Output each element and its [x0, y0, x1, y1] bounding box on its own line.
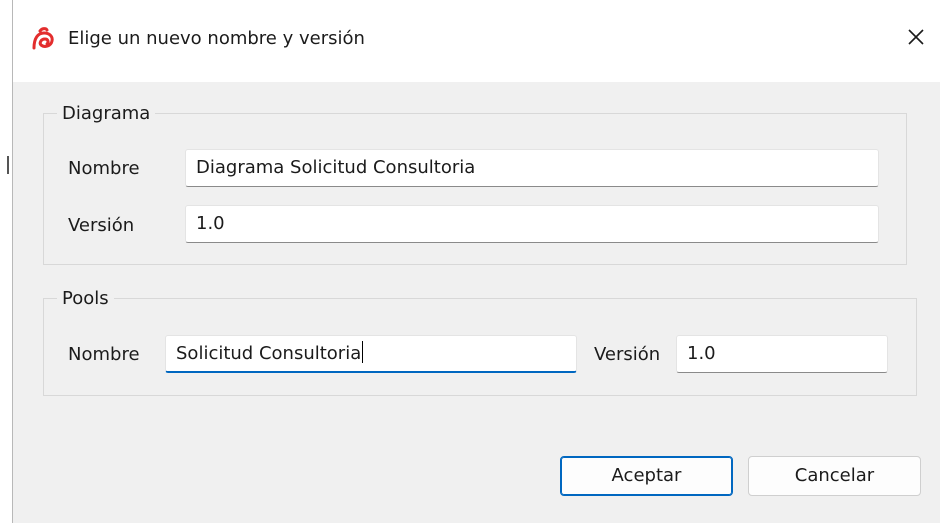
rename-dialog: Elige un nuevo nombre y versión Diagrama… [12, 0, 940, 523]
pool-name-input[interactable]: Solicitud Consultoria [165, 335, 577, 373]
cancel-button[interactable]: Cancelar [748, 456, 921, 496]
pools-group-legend: Pools [57, 288, 114, 310]
diagram-version-label: Versión [68, 215, 135, 236]
pool-version-label: Versión [594, 344, 661, 365]
diagram-group-legend: Diagrama [57, 103, 156, 125]
bonita-logo-icon [31, 26, 57, 52]
background-divider [7, 156, 9, 174]
background-window-edge [0, 0, 12, 523]
diagram-name-input[interactable]: Diagrama Solicitud Consultoria [185, 149, 879, 187]
pool-name-value: Solicitud Consultoria [176, 343, 362, 364]
text-caret [362, 341, 364, 363]
close-icon[interactable] [901, 22, 931, 52]
diagram-name-label: Nombre [68, 158, 140, 179]
window-title: Elige un nuevo nombre y versión [68, 28, 365, 49]
title-bar: Elige un nuevo nombre y versión [13, 0, 940, 82]
pool-version-input[interactable]: 1.0 [676, 335, 888, 373]
pool-name-label: Nombre [68, 344, 140, 365]
accept-button[interactable]: Aceptar [560, 456, 733, 496]
diagram-version-input[interactable]: 1.0 [185, 205, 879, 243]
